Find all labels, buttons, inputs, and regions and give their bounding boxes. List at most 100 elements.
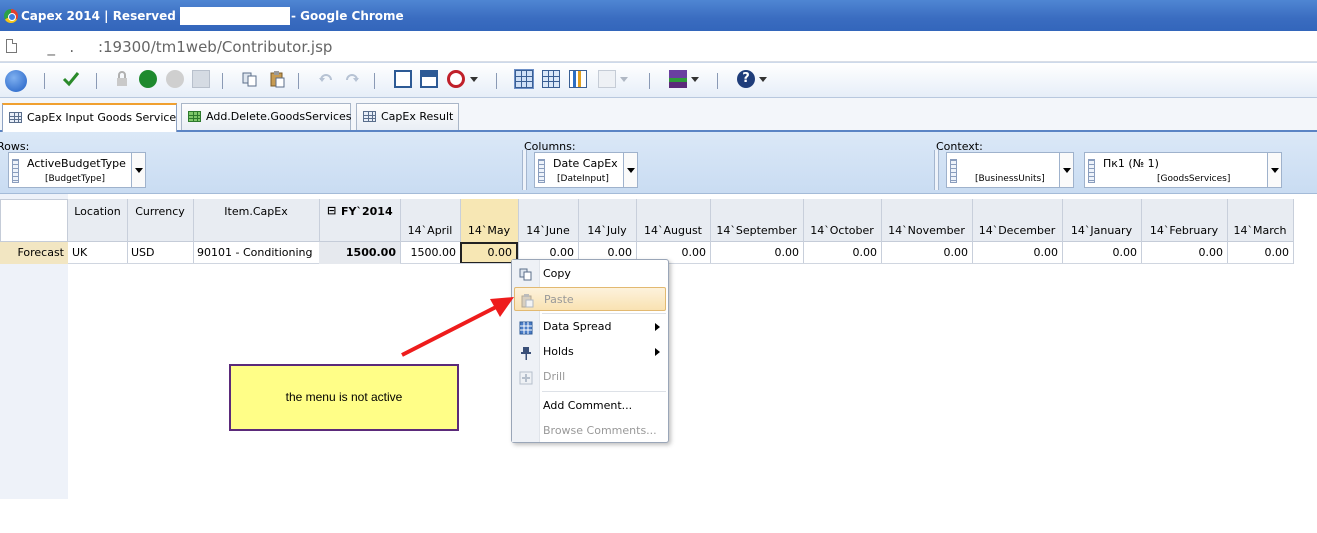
menu-item-label: Drill xyxy=(543,370,566,383)
recalculate-icon[interactable] xyxy=(394,70,412,88)
toolbar-separator xyxy=(374,73,375,89)
header-item-capex: Item.CapEx xyxy=(224,205,288,218)
menu-item-holds[interactable]: Holds xyxy=(514,340,666,364)
month-header: 14`March xyxy=(1233,224,1287,237)
menu-separator xyxy=(542,313,666,314)
dropdown-arrow-icon[interactable] xyxy=(1267,153,1281,187)
chevron-down-icon[interactable] xyxy=(620,77,628,82)
grid-divider xyxy=(1293,199,1294,264)
dropdown-arrow-icon[interactable] xyxy=(1059,153,1073,187)
window-titlebar: Capex 2014 | Reserved | ( - Google Chrom… xyxy=(0,0,1317,31)
submenu-arrow-icon xyxy=(655,348,660,356)
cell-item[interactable]: 90101 - Conditioning xyxy=(197,242,319,264)
month-header: 14`February xyxy=(1149,224,1219,237)
url-text[interactable]: _ . :19300/tm1web/Contributor.jsp xyxy=(38,38,333,56)
toolbar-separator xyxy=(96,73,97,89)
context-business-units-selector[interactable]: [BusinessUnits] xyxy=(946,152,1074,188)
chrome-icon xyxy=(4,9,18,23)
annotation-callout: the menu is not active xyxy=(229,364,459,431)
grid-icon xyxy=(363,111,376,122)
header-location: Location xyxy=(74,205,121,218)
annotation-text: the menu is not active xyxy=(285,390,403,404)
toolbar-separator xyxy=(496,73,497,89)
commit-check-icon[interactable] xyxy=(62,70,80,88)
drag-handle-icon[interactable] xyxy=(950,159,957,183)
snapshot-icon[interactable] xyxy=(420,70,438,88)
dimension-bar: Rows: ActiveBudgetType [BudgetType] Colu… xyxy=(0,132,1317,194)
menu-item-paste[interactable]: Paste xyxy=(514,287,666,311)
drag-handle-icon[interactable] xyxy=(538,159,545,183)
add-icon[interactable] xyxy=(139,70,157,88)
undo-icon[interactable] xyxy=(317,70,335,88)
sandbox-icon[interactable] xyxy=(192,70,210,88)
fy-collapse-toggle[interactable]: ⊟ xyxy=(327,204,336,217)
redacted-area xyxy=(180,7,290,25)
chevron-down-icon[interactable] xyxy=(691,77,699,82)
tab-capex-result[interactable]: CapEx Result xyxy=(356,103,459,130)
rows-dimension-selector[interactable]: ActiveBudgetType [BudgetType] xyxy=(8,152,146,188)
header-fy2014: FY`2014 xyxy=(341,205,393,218)
drop-zone-separator xyxy=(522,150,527,190)
menu-item-copy[interactable]: Copy xyxy=(514,262,666,286)
month-header: 14`October xyxy=(810,224,874,237)
remove-icon[interactable] xyxy=(166,70,184,88)
dropdown-arrow-icon[interactable] xyxy=(131,153,145,187)
tab-label: Add.Delete.GoodsServices xyxy=(206,110,352,123)
drag-handle-icon[interactable] xyxy=(12,159,19,183)
month-header: 14`June xyxy=(526,224,570,237)
month-header: 14`May xyxy=(467,224,511,237)
paste-icon[interactable] xyxy=(268,70,286,88)
grid-chart-view-icon[interactable] xyxy=(542,70,560,88)
tab-add-delete-goodsservices[interactable]: Add.Delete.GoodsServices xyxy=(181,103,352,130)
dropdown-arrow-icon[interactable] xyxy=(623,153,637,187)
dimension-name: Пк1 (№ 1) xyxy=(1103,157,1159,170)
toolbar-separator xyxy=(44,73,45,89)
cell-location[interactable]: UK xyxy=(72,242,127,264)
grid-icon xyxy=(9,112,22,123)
drag-handle-icon[interactable] xyxy=(1088,159,1095,183)
copy-icon[interactable] xyxy=(241,70,259,88)
chart-view-icon[interactable] xyxy=(569,70,587,88)
chart-type-icon[interactable] xyxy=(598,70,616,88)
address-bar[interactable]: _ . :19300/tm1web/Contributor.jsp xyxy=(0,31,1317,62)
menu-item-label: Holds xyxy=(543,345,574,358)
month-header: 14`December xyxy=(978,224,1056,237)
dimension-subtitle: [GoodsServices] xyxy=(1157,174,1231,184)
spreadsheet-icon xyxy=(188,111,201,122)
dimension-subtitle: [BudgetType] xyxy=(45,174,106,184)
lock-icon[interactable] xyxy=(113,70,131,88)
menu-item-drill[interactable]: Drill xyxy=(514,365,666,389)
context-goods-services-selector[interactable]: Пк1 (№ 1) [GoodsServices] xyxy=(1084,152,1282,188)
grid-view-icon[interactable] xyxy=(514,69,534,89)
menu-item-browse-comments[interactable]: Browse Comments... xyxy=(514,419,666,443)
copy-icon xyxy=(519,267,533,281)
menu-item-data-spread[interactable]: Data Spread xyxy=(514,315,666,339)
chevron-down-icon[interactable] xyxy=(759,77,767,82)
menu-separator xyxy=(542,391,666,392)
columns-dimension-selector[interactable]: Date CapEx [DateInput] xyxy=(534,152,638,188)
tab-capex-input-goods-service[interactable]: CapEx Input Goods Service xyxy=(2,103,177,132)
page-icon xyxy=(6,39,17,53)
window-title: Capex 2014 | Reserved | ( xyxy=(21,9,195,23)
toolbar: ? xyxy=(0,62,1317,98)
menu-item-label: Browse Comments... xyxy=(543,424,657,437)
export-icon[interactable] xyxy=(669,70,687,88)
zero-out-icon[interactable] xyxy=(447,70,465,88)
header-currency: Currency xyxy=(135,205,185,218)
chevron-down-icon[interactable] xyxy=(470,77,478,82)
menu-item-add-comment[interactable]: Add Comment... xyxy=(514,394,666,418)
toolbar-separator xyxy=(298,73,299,89)
toolbar-separator xyxy=(649,73,650,89)
submenu-arrow-icon xyxy=(655,323,660,331)
navigation-menu-icon[interactable] xyxy=(5,70,27,92)
tab-label: CapEx Input Goods Service xyxy=(27,111,177,124)
context-menu: Copy Paste Data Spread Holds Drill Add C… xyxy=(511,259,669,443)
month-header: 14`July xyxy=(587,224,627,237)
help-icon[interactable]: ? xyxy=(737,70,755,88)
toolbar-separator xyxy=(222,73,223,89)
month-header: 14`November xyxy=(888,224,965,237)
redo-icon[interactable] xyxy=(343,70,361,88)
drop-zone-separator xyxy=(934,150,939,190)
cell-currency[interactable]: USD xyxy=(131,242,193,264)
row-member-forecast[interactable]: Forecast xyxy=(0,242,68,264)
